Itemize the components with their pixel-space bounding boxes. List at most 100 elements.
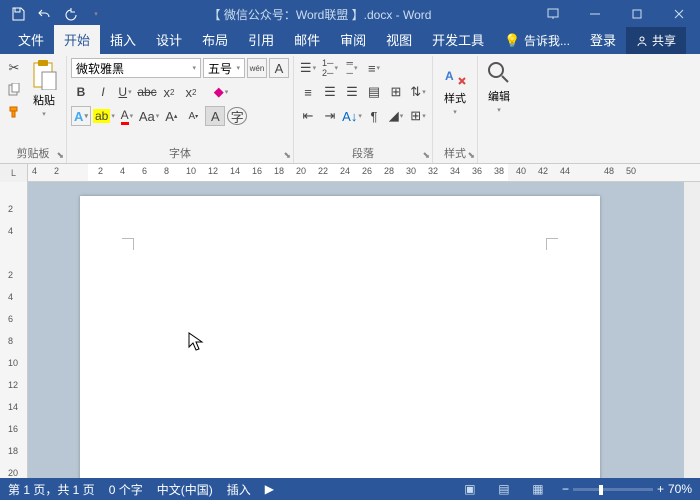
bold-button[interactable]: B — [71, 82, 91, 102]
window-controls — [532, 0, 700, 28]
find-icon — [486, 60, 512, 86]
page-indicator[interactable]: 第 1 页，共 1 页 — [8, 481, 95, 498]
undo-icon[interactable] — [32, 2, 56, 26]
text-effects-icon[interactable]: A — [71, 106, 91, 126]
cut-icon[interactable]: ✂ — [4, 58, 24, 78]
change-case-icon[interactable]: Aa — [139, 106, 159, 126]
tab-references[interactable]: 引用 — [238, 25, 284, 54]
margin-mark-icon — [122, 238, 134, 250]
clear-format-icon[interactable]: ◆ — [211, 82, 231, 102]
subscript-button[interactable]: x2 — [159, 82, 179, 102]
font-dialog-icon[interactable]: ⬊ — [283, 150, 291, 161]
save-icon[interactable] — [6, 2, 30, 26]
zoom-level[interactable]: 70% — [668, 482, 692, 496]
share-button[interactable]: 共享 — [626, 27, 686, 54]
char-border-icon[interactable]: A — [269, 58, 289, 78]
char-shading-icon[interactable]: A — [205, 106, 225, 126]
grow-font-icon[interactable]: A▴ — [161, 106, 181, 126]
titlebar: ▾ 【 微信公众号：Word联盟 】.docx - Word — [0, 0, 700, 28]
tab-review[interactable]: 审阅 — [330, 25, 376, 54]
print-layout-icon[interactable]: ▤ — [494, 481, 514, 497]
tab-layout[interactable]: 布局 — [192, 25, 238, 54]
align-center-icon[interactable]: ☰ — [320, 82, 340, 102]
redo-icon[interactable] — [58, 2, 82, 26]
styles-dialog-icon[interactable]: ⬊ — [467, 150, 475, 161]
document-canvas[interactable] — [28, 182, 684, 478]
macro-indicator[interactable]: ▶ — [265, 482, 274, 496]
superscript-button[interactable]: x2 — [181, 82, 201, 102]
ribbon-options-icon[interactable] — [532, 0, 574, 28]
shading-icon[interactable]: ◢ — [386, 106, 406, 126]
styles-button[interactable]: A 样式▾ — [437, 58, 473, 118]
show-marks-icon[interactable]: ¶ — [364, 106, 384, 126]
font-size-select[interactable]: 五号▾ — [203, 58, 245, 78]
numbering-icon[interactable]: 1─2─ — [320, 58, 340, 78]
read-mode-icon[interactable]: ▣ — [460, 481, 480, 497]
zoom-slider[interactable] — [573, 488, 653, 491]
minimize-icon[interactable] — [574, 0, 616, 28]
svg-text:A: A — [445, 69, 454, 83]
highlight-icon[interactable]: ab — [93, 106, 115, 126]
align-left-icon[interactable]: ≡ — [298, 82, 318, 102]
paste-button[interactable]: 粘贴 ▾ — [26, 58, 62, 120]
tab-developer[interactable]: 开发工具 — [422, 25, 494, 54]
tab-home[interactable]: 开始 — [54, 25, 100, 54]
mouse-cursor-icon — [188, 332, 204, 352]
vertical-ruler[interactable]: 242468101214161820 — [0, 182, 28, 478]
multilevel-icon[interactable]: ═─ — [342, 58, 362, 78]
zoom-out-icon[interactable]: − — [562, 482, 569, 496]
login-button[interactable]: 登录 — [580, 25, 626, 54]
decrease-indent-icon[interactable]: ⇤ — [298, 106, 318, 126]
editing-button[interactable]: 编辑▾ — [482, 58, 516, 116]
word-count[interactable]: 0 个字 — [109, 481, 143, 498]
font-name-select[interactable]: 微软雅黑▾ — [71, 58, 201, 78]
increase-indent-icon[interactable]: ⇥ — [320, 106, 340, 126]
italic-button[interactable]: I — [93, 82, 113, 102]
tab-file[interactable]: 文件 — [8, 25, 54, 54]
tab-mailings[interactable]: 邮件 — [284, 25, 330, 54]
distributed-icon[interactable]: ⊞ — [386, 82, 406, 102]
window-title: 【 微信公众号：Word联盟 】.docx - Word — [108, 6, 532, 23]
para-dialog-icon[interactable]: ⬊ — [422, 150, 430, 161]
quick-access-toolbar: ▾ — [0, 2, 108, 26]
strikethrough-button[interactable]: abc — [137, 82, 157, 102]
align-right-icon[interactable]: ☰ — [342, 82, 362, 102]
group-paragraph: ☰ 1─2─ ═─ ≡ ≡ ☰ ☰ ▤ ⊞ ⇅ ⇤ ⇥ A↓ ¶ — [294, 56, 433, 163]
status-bar: 第 1 页，共 1 页 0 个字 中文(中国) 插入 ▶ ▣ ▤ ▦ − + 7… — [0, 478, 700, 500]
align-btn[interactable]: ≡ — [364, 58, 384, 78]
horizontal-ruler[interactable]: L 42246810121416182022242628303234363840… — [0, 164, 700, 182]
phonetic-guide-icon[interactable]: wén — [247, 58, 267, 78]
maximize-icon[interactable] — [616, 0, 658, 28]
sort-icon[interactable]: A↓ — [342, 106, 362, 126]
clipboard-dialog-icon[interactable]: ⬊ — [56, 150, 64, 161]
copy-icon[interactable] — [4, 80, 24, 100]
vertical-scrollbar[interactable] — [684, 182, 700, 478]
underline-button[interactable]: U — [115, 82, 135, 102]
tab-insert[interactable]: 插入 — [100, 25, 146, 54]
tab-view[interactable]: 视图 — [376, 25, 422, 54]
format-painter-icon[interactable] — [4, 102, 24, 122]
close-icon[interactable] — [658, 0, 700, 28]
font-color-icon[interactable]: A — [117, 106, 137, 126]
web-layout-icon[interactable]: ▦ — [528, 481, 548, 497]
enclose-char-icon[interactable]: 字 — [227, 107, 247, 125]
borders-icon[interactable]: ⊞ — [408, 106, 428, 126]
ribbon: ✂ 粘贴 ▾ 剪贴板 ⬊ 微软雅黑▾ 五号▾ wén A — [0, 54, 700, 164]
document-area: 242468101214161820 — [0, 182, 700, 478]
tellme-search[interactable]: 💡 告诉我... — [494, 27, 580, 54]
group-font: 微软雅黑▾ 五号▾ wén A B I U abc x2 x2 ◆ A — [67, 56, 294, 163]
tab-selector-icon[interactable]: L — [0, 164, 28, 182]
qat-more-icon[interactable]: ▾ — [84, 2, 108, 26]
zoom-in-icon[interactable]: + — [657, 482, 664, 496]
page[interactable] — [80, 196, 600, 478]
language-indicator[interactable]: 中文(中国) — [157, 481, 213, 498]
line-spacing-icon[interactable]: ⇅ — [408, 82, 428, 102]
group-clipboard: ✂ 粘贴 ▾ 剪贴板 ⬊ — [0, 56, 67, 163]
shrink-font-icon[interactable]: A▾ — [183, 106, 203, 126]
group-editing: 编辑▾ 编辑 — [478, 56, 520, 163]
bullets-icon[interactable]: ☰ — [298, 58, 318, 78]
tab-design[interactable]: 设计 — [146, 25, 192, 54]
justify-icon[interactable]: ▤ — [364, 82, 384, 102]
ribbon-tabs: 文件 开始 插入 设计 布局 引用 邮件 审阅 视图 开发工具 💡 告诉我...… — [0, 28, 700, 54]
insert-mode[interactable]: 插入 — [227, 481, 251, 498]
